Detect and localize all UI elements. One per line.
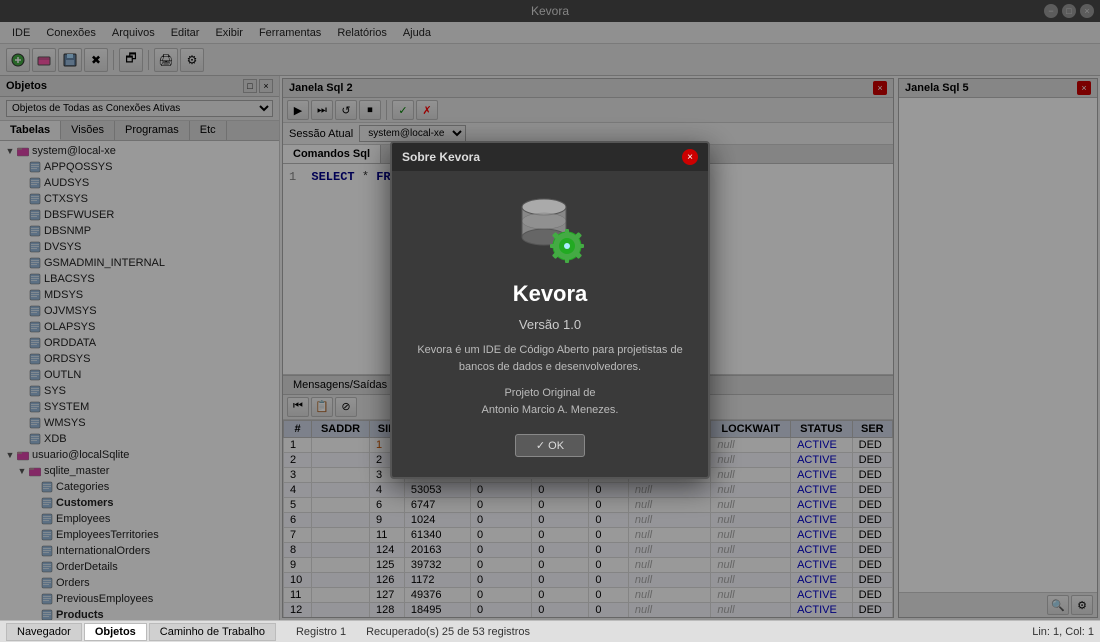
status-recuperado: Recuperado(s) 25 de 53 registros <box>366 626 530 638</box>
about-body: Kevora Versão 1.0 Kevora é um IDE de Cód… <box>392 171 708 477</box>
about-overlay: Sobre Kevora × <box>0 0 1100 620</box>
about-app-icon <box>510 191 590 271</box>
about-description: Kevora é um IDE de Código Aberto para pr… <box>412 342 688 375</box>
about-close-button[interactable]: × <box>682 149 698 165</box>
about-project: Projeto Original de Antonio Marcio A. Me… <box>482 385 619 418</box>
about-dialog: Sobre Kevora × <box>390 141 710 479</box>
status-tab-navegador[interactable]: Navegador <box>6 623 82 641</box>
about-version: Versão 1.0 <box>519 317 581 332</box>
about-title: Sobre Kevora <box>402 150 480 164</box>
status-tab-caminho[interactable]: Caminho de Trabalho <box>149 623 276 641</box>
status-cursor: Lin: 1, Col: 1 <box>1032 626 1094 638</box>
status-tab-objetos[interactable]: Objetos <box>84 623 147 641</box>
status-tabs: Navegador Objetos Caminho de Trabalho <box>6 623 276 641</box>
about-app-name: Kevora <box>513 281 588 307</box>
about-header: Sobre Kevora × <box>392 143 708 171</box>
status-bar: Navegador Objetos Caminho de Trabalho Re… <box>0 620 1100 642</box>
about-ok-button[interactable]: ✓ OK <box>515 434 585 457</box>
status-registro: Registro 1 <box>296 626 346 638</box>
